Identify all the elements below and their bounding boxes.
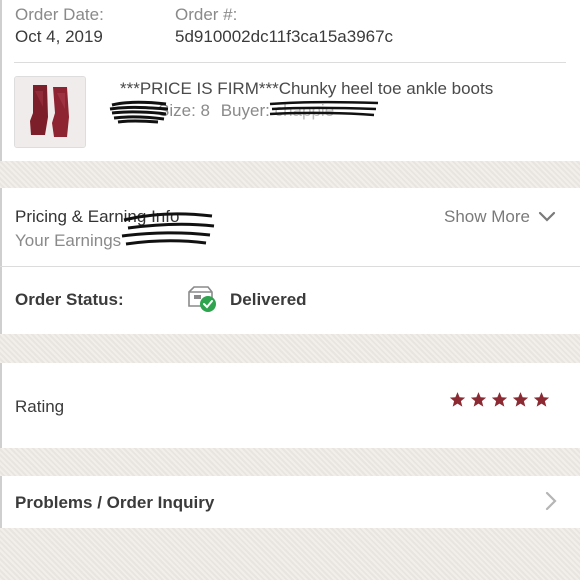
boots-image: [15, 77, 85, 147]
redaction-scribble: [269, 100, 379, 117]
item-thumbnail[interactable]: [14, 76, 86, 148]
rating-stars: [449, 391, 550, 408]
rating-label: Rating: [15, 397, 65, 416]
redaction-scribble: [109, 100, 169, 124]
problems-label: Problems / Order Inquiry: [15, 493, 215, 512]
problems-row[interactable]: Problems / Order Inquiry: [0, 477, 580, 527]
redaction-scribble: [121, 212, 215, 246]
section-separator: [0, 161, 580, 188]
show-more-button[interactable]: Show More: [444, 207, 556, 227]
section-separator: [0, 528, 580, 580]
star-icon: [533, 392, 550, 407]
section-separator: [0, 334, 580, 363]
buyer-label: Buyer:: [220, 101, 270, 120]
item-title[interactable]: ***PRICE IS FIRM***Chunky heel toe ankle…: [120, 79, 493, 99]
star-icon: [470, 392, 487, 407]
star-icon: [491, 392, 508, 407]
section-separator: [0, 448, 580, 476]
earnings-label: Your Earnings: [15, 231, 122, 250]
order-number-label: Order #:: [175, 5, 238, 24]
chevron-down-icon: [538, 211, 556, 222]
header-divider: [14, 62, 566, 63]
delivered-box-icon: [188, 286, 216, 312]
show-more-label: Show More: [444, 207, 530, 226]
order-number-value: 5d910002dc11f3ca15a3967c: [175, 27, 394, 46]
order-status-label: Order Status:: [15, 290, 124, 309]
pricing-divider: [0, 266, 580, 267]
chevron-right-icon: [545, 491, 557, 511]
star-icon: [512, 392, 529, 407]
order-date-label: Order Date:: [15, 5, 104, 24]
star-icon: [449, 392, 466, 407]
order-status-value: Delivered: [230, 290, 307, 309]
order-date-value: Oct 4, 2019: [15, 27, 103, 46]
